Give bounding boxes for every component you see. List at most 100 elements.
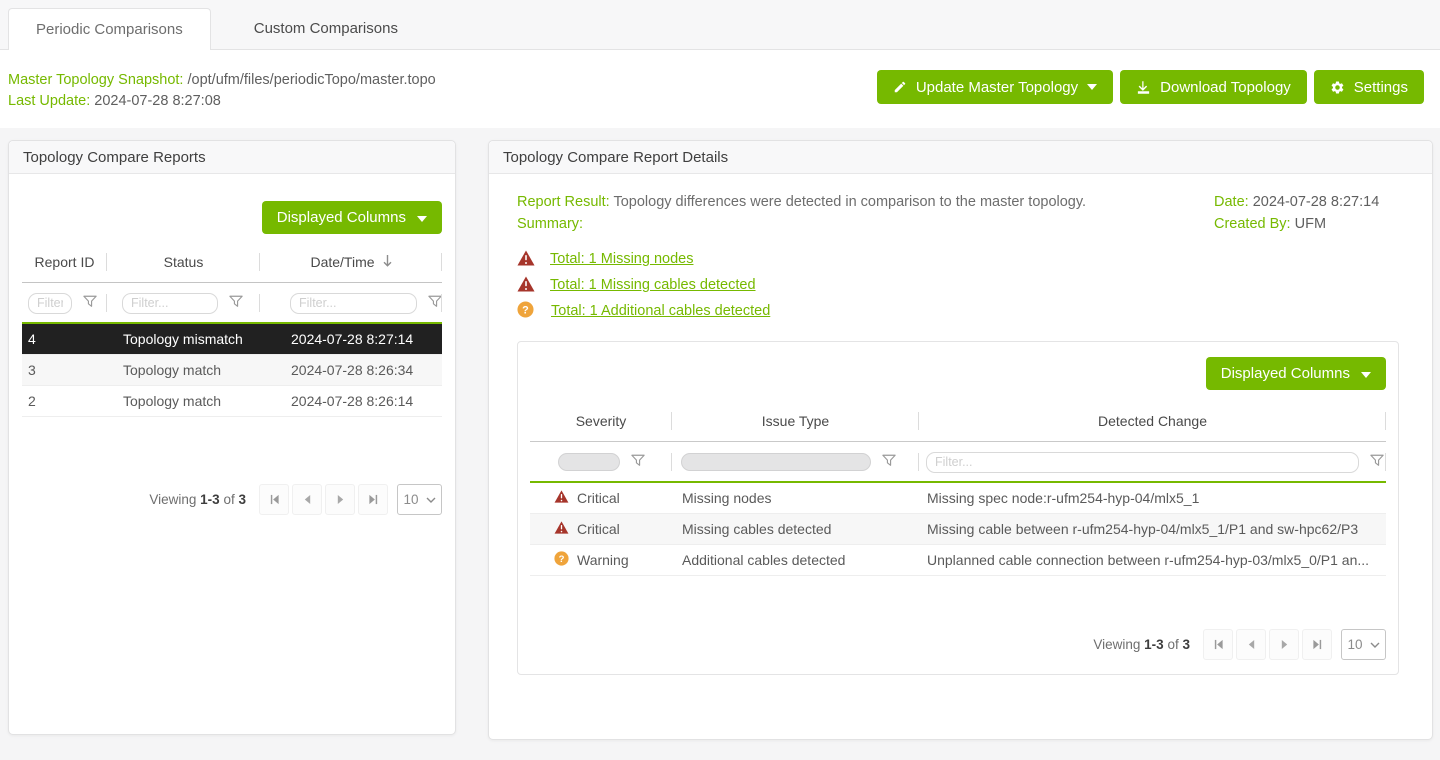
settings-button[interactable]: Settings	[1314, 70, 1424, 104]
summary-item: ? Total: 1 Additional cables detected	[517, 302, 1399, 320]
svg-text:?: ?	[559, 554, 565, 565]
filter-funnel-icon[interactable]	[631, 454, 645, 470]
last-page-button[interactable]	[358, 484, 388, 515]
summary-list: Total: 1 Missing nodes Total: 1 Missing …	[517, 250, 1399, 320]
issues-displayed-columns-button[interactable]: Displayed Columns	[1206, 357, 1386, 390]
master-topology-label: Master Topology Snapshot:	[8, 72, 183, 88]
topology-compare-report-details-panel: Topology Compare Report Details Report R…	[488, 140, 1433, 740]
created-by-value: UFM	[1295, 216, 1326, 232]
report-result-label: Report Result:	[517, 194, 610, 210]
report-row[interactable]: 3 Topology match 2024-07-28 8:26:34	[22, 355, 442, 386]
reports-col-datetime[interactable]: Date/Time	[260, 254, 442, 270]
issues-table-body: Critical Missing nodes Missing spec node…	[530, 481, 1386, 576]
question-warning-icon: ?	[517, 301, 534, 321]
tab-custom-comparisons[interactable]: Custom Comparisons	[211, 8, 441, 49]
first-page-button[interactable]	[1203, 629, 1233, 660]
tab-bar: Periodic Comparisons Custom Comparisons	[0, 0, 1440, 50]
issues-col-issue-type[interactable]: Issue Type	[672, 413, 919, 429]
issue-type-filter-select[interactable]	[681, 453, 871, 471]
chevron-down-icon	[1370, 642, 1380, 648]
update-master-topology-button[interactable]: Update Master Topology	[877, 70, 1113, 104]
topology-info-row: Master Topology Snapshot: /opt/ufm/files…	[0, 50, 1440, 128]
filter-funnel-icon[interactable]	[882, 454, 896, 470]
status-filter-input[interactable]	[122, 293, 218, 314]
page-size-select[interactable]: 10	[397, 484, 442, 515]
filter-funnel-icon[interactable]	[83, 295, 97, 311]
first-page-button[interactable]	[259, 484, 289, 515]
issues-filter-row	[530, 442, 1386, 481]
master-topology-path: /opt/ufm/files/periodicTopo/master.topo	[187, 72, 435, 88]
tab-periodic-label: Periodic Comparisons	[36, 21, 183, 38]
last-update-label: Last Update:	[8, 93, 90, 109]
issues-col-detected-change[interactable]: Detected Change	[919, 413, 1386, 429]
report-id-filter-input[interactable]	[28, 293, 72, 314]
caret-down-icon	[417, 209, 427, 226]
critical-warning-icon	[554, 490, 569, 506]
report-row[interactable]: 2 Topology match 2024-07-28 8:26:14	[22, 386, 442, 417]
svg-text:?: ?	[522, 304, 529, 316]
tab-custom-label: Custom Comparisons	[254, 20, 398, 37]
last-update-line: Last Update: 2024-07-28 8:27:08	[8, 91, 436, 112]
reports-pagination: Viewing 1-3 of 3 10	[22, 484, 442, 515]
gear-icon	[1330, 80, 1345, 95]
reports-col-status[interactable]: Status	[107, 254, 260, 270]
summary-item: Total: 1 Missing nodes	[517, 250, 1399, 268]
reports-filter-row	[22, 283, 442, 322]
tab-periodic-comparisons[interactable]: Periodic Comparisons	[8, 8, 211, 50]
reports-displayed-columns-label: Displayed Columns	[277, 209, 406, 226]
topology-compare-reports-panel: Topology Compare Reports Displayed Colum…	[8, 140, 456, 735]
previous-page-button[interactable]	[292, 484, 322, 515]
issue-row[interactable]: ? Warning Additional cables detected Unp…	[530, 545, 1386, 576]
filter-funnel-icon[interactable]	[428, 295, 442, 311]
critical-warning-icon	[554, 521, 569, 537]
created-by-label: Created By:	[1214, 216, 1291, 232]
report-row-selected[interactable]: 4 Topology mismatch 2024-07-28 8:27:14	[22, 322, 442, 355]
report-result-text: Topology differences were detected in co…	[613, 194, 1086, 210]
download-icon	[1136, 80, 1151, 95]
last-update-value: 2024-07-28 8:27:08	[94, 93, 221, 109]
pencil-icon	[893, 80, 907, 94]
critical-warning-icon	[517, 276, 535, 295]
filter-funnel-icon[interactable]	[229, 295, 243, 311]
detected-change-filter-input[interactable]	[926, 452, 1359, 473]
issue-row[interactable]: Critical Missing nodes Missing spec node…	[530, 483, 1386, 514]
severity-filter-select[interactable]	[558, 453, 620, 471]
caret-down-icon	[1361, 365, 1371, 382]
critical-warning-icon	[517, 250, 535, 269]
next-page-button[interactable]	[1269, 629, 1299, 660]
caret-down-icon	[1087, 84, 1097, 90]
last-page-button[interactable]	[1302, 629, 1332, 660]
filter-funnel-icon[interactable]	[1370, 454, 1384, 470]
summary-additional-cables-link[interactable]: Total: 1 Additional cables detected	[551, 303, 770, 319]
reports-col-report-id[interactable]: Report ID	[22, 254, 107, 270]
details-panel-title: Topology Compare Report Details	[489, 141, 1432, 174]
reports-table-header: Report ID Status Date/Time	[22, 254, 442, 283]
date-label: Date:	[1214, 194, 1249, 210]
master-topology-line: Master Topology Snapshot: /opt/ufm/files…	[8, 70, 436, 91]
reports-displayed-columns-button[interactable]: Displayed Columns	[262, 201, 442, 234]
issue-row[interactable]: Critical Missing cables detected Missing…	[530, 514, 1386, 545]
question-warning-icon: ?	[554, 551, 569, 569]
summary-item: Total: 1 Missing cables detected	[517, 276, 1399, 294]
chevron-down-icon	[426, 497, 436, 503]
report-date-line: Date: 2024-07-28 8:27:14	[1214, 191, 1399, 213]
datetime-filter-input[interactable]	[290, 293, 417, 314]
sort-descending-icon	[383, 254, 392, 270]
summary-missing-nodes-link[interactable]: Total: 1 Missing nodes	[550, 251, 693, 267]
reports-panel-title: Topology Compare Reports	[9, 141, 455, 174]
report-result-line: Report Result: Topology differences were…	[517, 191, 1086, 213]
page-size-select[interactable]: 10	[1341, 629, 1386, 660]
reports-viewing-label: Viewing 1-3 of 3	[149, 492, 246, 507]
summary-missing-cables-link[interactable]: Total: 1 Missing cables detected	[550, 277, 756, 293]
download-topology-button[interactable]: Download Topology	[1120, 70, 1307, 104]
issues-col-severity[interactable]: Severity	[530, 413, 672, 429]
update-master-topology-label: Update Master Topology	[916, 79, 1078, 96]
previous-page-button[interactable]	[1236, 629, 1266, 660]
summary-label: Summary:	[517, 213, 1086, 235]
issues-table-container: Displayed Columns Severity Issue Type De…	[517, 341, 1399, 675]
issues-displayed-columns-label: Displayed Columns	[1221, 365, 1350, 382]
created-by-line: Created By: UFM	[1214, 213, 1399, 235]
issues-viewing-label: Viewing 1-3 of 3	[1093, 637, 1190, 652]
next-page-button[interactable]	[325, 484, 355, 515]
issues-pagination: Viewing 1-3 of 3 10	[530, 629, 1386, 660]
